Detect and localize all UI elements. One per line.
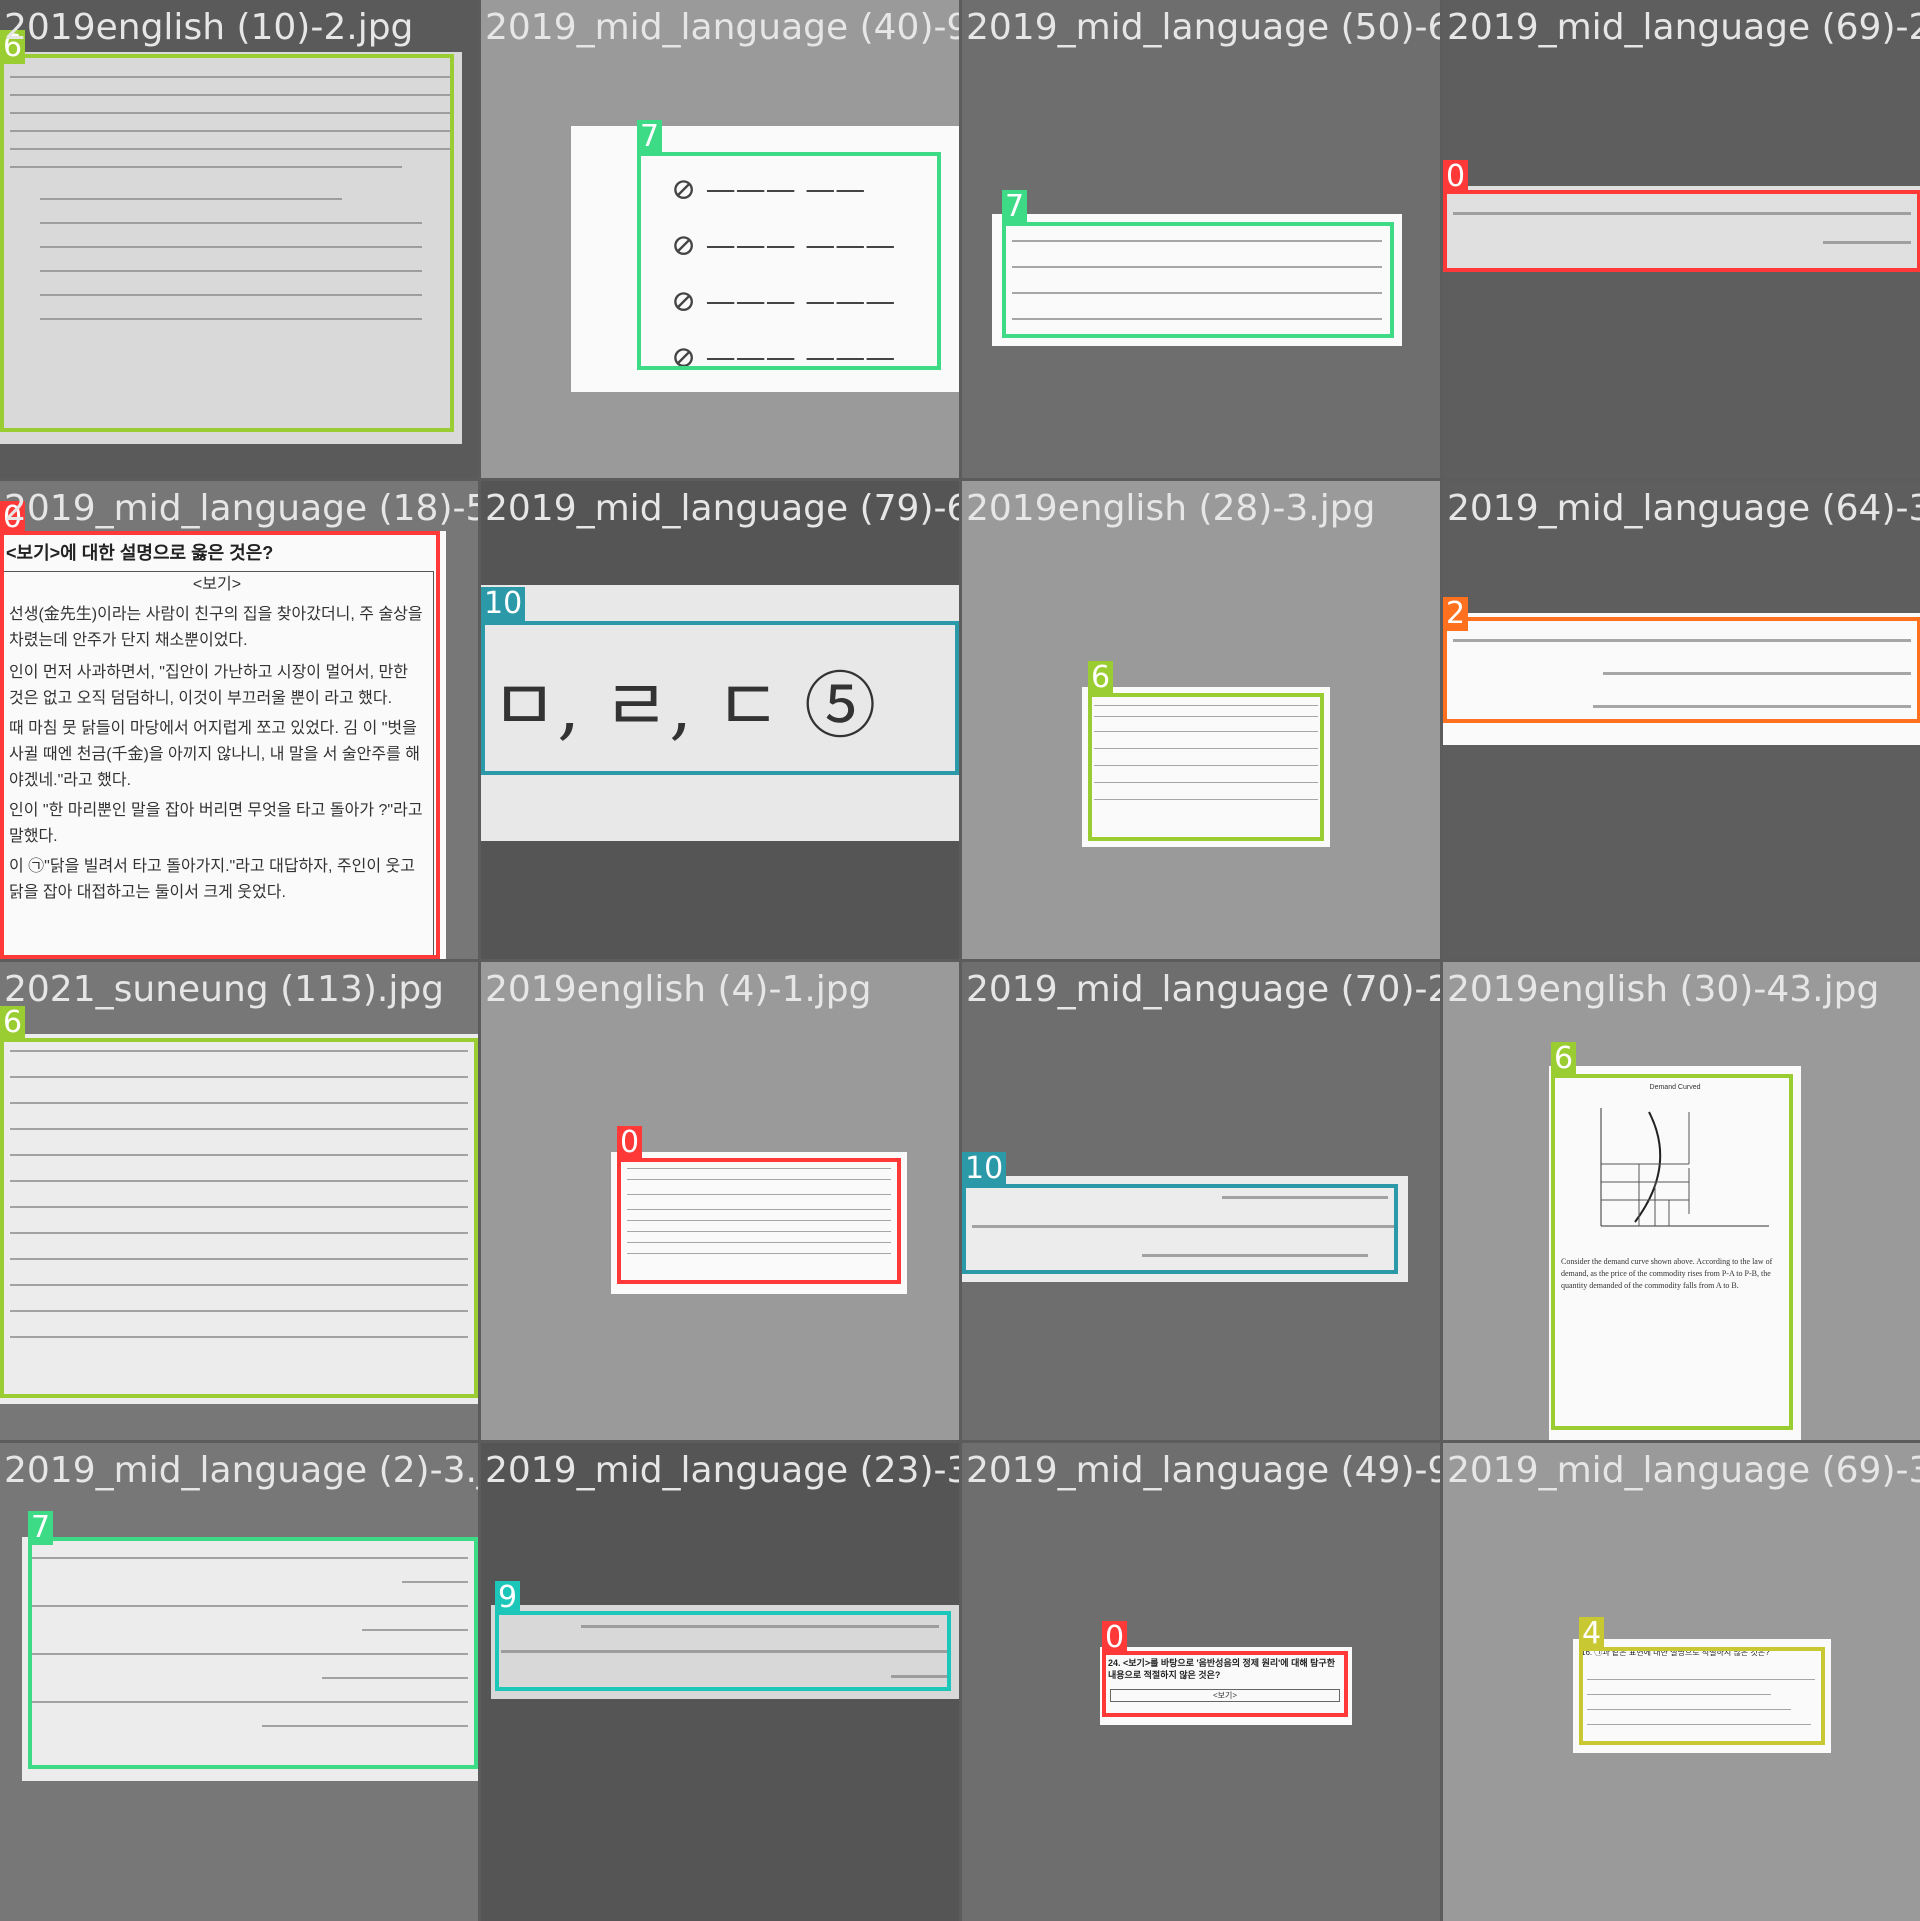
tile-title: 2019english (30)-43.jpg xyxy=(1447,969,1880,1010)
tile: 0 2019english (4)-1.jpg xyxy=(481,962,959,1440)
class-label: 6 xyxy=(1551,1042,1577,1076)
detection-box xyxy=(0,1038,478,1398)
detection-box xyxy=(1443,190,1920,272)
detection-box xyxy=(495,1611,951,1691)
class-label: 2 xyxy=(1443,597,1469,631)
detection-box xyxy=(0,54,454,432)
detection-box xyxy=(617,1158,901,1284)
tile-title: 2019_mid_language (49)-93.jpg xyxy=(966,1450,1440,1491)
tile: 7 2019_mid_language (2)-3.jpg xyxy=(0,1443,478,1921)
tile-title: 2019_mid_language (79)-6.jpg xyxy=(485,488,959,529)
tile-title: 2019_mid_language (40)-9.jpg xyxy=(485,7,959,48)
tile: 10 2019_mid_language (70)-23.jpg xyxy=(962,962,1440,1440)
class-label: 10 xyxy=(962,1152,1007,1186)
tile: ㅁ, ㄹ, ㄷ ⑤ 10 2019_mid_language (79)-6.jp… xyxy=(481,481,959,959)
class-label: 10 xyxy=(481,587,526,621)
class-label: 0 xyxy=(1443,160,1469,194)
tile-title: 2019_mid_language (69)-23 xyxy=(1447,7,1920,48)
detection-box xyxy=(1551,1074,1793,1430)
mosaic-grid: 6 2019english (10)-2.jpg ⊘ ——— —— ⊘ ——— —… xyxy=(0,0,1920,1921)
class-label: 6 xyxy=(1088,661,1114,695)
tile-title: 2019_mid_language (64)-32 xyxy=(1447,488,1920,529)
class-label: 9 xyxy=(495,1581,521,1615)
tile: ⊘ ——— —— ⊘ ——— ——— ⊘ ——— ——— ⊘ ——— ——— 7 20… xyxy=(481,0,959,478)
class-label: 0 xyxy=(617,1126,643,1160)
tile-title: 2021_suneung (113).jpg xyxy=(4,969,445,1010)
tile: 7 2019_mid_language (50)-6.jpg xyxy=(962,0,1440,478)
tile-title: 2019_mid_language (70)-23.jpg xyxy=(966,969,1440,1010)
class-label: 4 xyxy=(1579,1617,1605,1651)
tile: 6 2019english (10)-2.jpg xyxy=(0,0,478,478)
tile-title: 2019english (10)-2.jpg xyxy=(4,7,414,48)
detection-box xyxy=(1088,693,1324,841)
detection-box xyxy=(637,152,941,370)
tile: 24. <보기>를 바탕으로 '음반성음의 정제 원리'에 대해 탐구한 내용으… xyxy=(962,1443,1440,1921)
tile: <보기>에 대한 설명으로 옳은 것은? <보기> 선생(金先生)이라는 사람이… xyxy=(0,481,478,959)
detection-box xyxy=(28,1537,478,1769)
tile-title: 2019_mid_language (50)-6.jpg xyxy=(966,7,1440,48)
class-label: 7 xyxy=(28,1511,54,1545)
tile: 6 2021_suneung (113).jpg xyxy=(0,962,478,1440)
tile: 16. ㉠과 같은 표현에 대한 설명으로 적절하지 않은 것은? 4 2019… xyxy=(1443,1443,1920,1921)
tile-title: 2019english (4)-1.jpg xyxy=(485,969,872,1010)
tile-title: 2019_mid_language (23)-3.jpg xyxy=(485,1450,959,1491)
tile: 0 2019_mid_language (69)-23 xyxy=(1443,0,1920,478)
tile: 6 2019english (28)-3.jpg xyxy=(962,481,1440,959)
tile-title: 2019_mid_language (18)-52.jpg xyxy=(4,488,478,529)
detection-box xyxy=(1443,617,1920,723)
tile: Demand Curved Consider the demand curve … xyxy=(1443,962,1920,1440)
class-label: 7 xyxy=(1002,190,1028,224)
tile: 9 2019_mid_language (23)-3.jpg xyxy=(481,1443,959,1921)
tile: 2 2019_mid_language (64)-32 xyxy=(1443,481,1920,959)
tile-title: 2019english (28)-3.jpg xyxy=(966,488,1376,529)
class-label: 0 xyxy=(1102,1621,1128,1655)
tile-title: 2019_mid_language (69)-32 xyxy=(1447,1450,1920,1491)
class-label: 7 xyxy=(637,120,663,154)
detection-box xyxy=(962,1184,1398,1274)
detection-box xyxy=(1102,1651,1348,1717)
detection-box xyxy=(1002,222,1394,338)
detection-box xyxy=(1579,1647,1825,1745)
detection-box xyxy=(0,531,440,959)
detection-box xyxy=(481,621,959,775)
tile-title: 2019_mid_language (2)-3.jpg xyxy=(4,1450,478,1491)
